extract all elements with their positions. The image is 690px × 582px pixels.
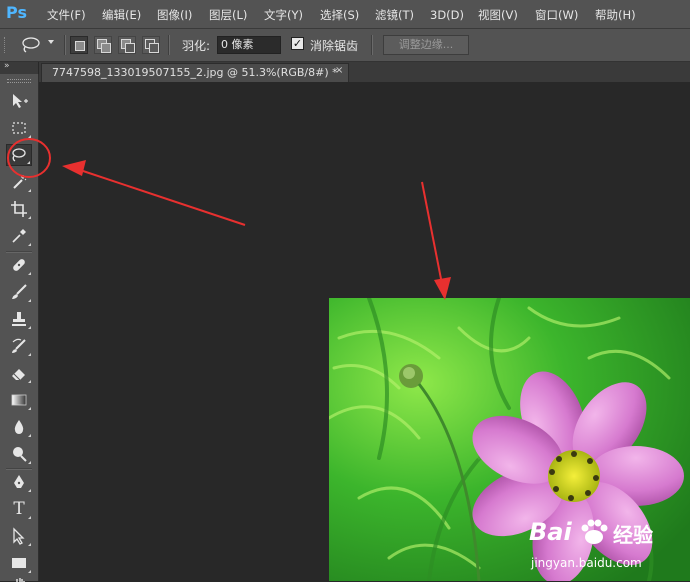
antialias-checkbox[interactable]: ✓ bbox=[291, 37, 304, 50]
tool-hand[interactable] bbox=[6, 576, 32, 582]
add-to-selection-button[interactable] bbox=[94, 36, 112, 54]
type-icon: T bbox=[13, 499, 25, 519]
eraser-icon bbox=[12, 369, 25, 381]
menu-select[interactable]: 选择(S) bbox=[320, 7, 359, 23]
tool-preset-picker[interactable] bbox=[14, 35, 58, 55]
watermark-jingyan: 经验 bbox=[613, 523, 653, 547]
healing-brush-icon bbox=[13, 259, 25, 271]
tool-eyedropper[interactable] bbox=[6, 225, 32, 247]
separator bbox=[371, 35, 373, 55]
paw-icon bbox=[581, 519, 608, 544]
menu-edit[interactable]: 编辑(E) bbox=[102, 7, 141, 23]
toolbox-grip[interactable] bbox=[7, 79, 31, 83]
path-selection-icon bbox=[13, 527, 25, 545]
feather-input[interactable]: 0 像素 bbox=[217, 36, 281, 54]
subtract-from-selection-button[interactable] bbox=[118, 36, 136, 54]
move-icon bbox=[13, 94, 28, 108]
tool-lasso[interactable] bbox=[6, 144, 32, 166]
chevron-down-icon bbox=[48, 40, 54, 44]
intersect-selection-button[interactable] bbox=[142, 36, 160, 54]
clone-stamp-icon bbox=[12, 312, 26, 326]
tool-type[interactable]: T bbox=[6, 498, 32, 520]
feather-label: 羽化: bbox=[182, 39, 211, 53]
menu-view[interactable]: 视图(V) bbox=[478, 7, 518, 23]
tools-panel: T bbox=[0, 74, 39, 582]
menu-layer[interactable]: 图层(L) bbox=[209, 7, 247, 23]
separator bbox=[168, 35, 170, 55]
document-tab[interactable]: 7747598_133019507155_2.jpg @ 51.3%(RGB/8… bbox=[41, 63, 349, 82]
tool-move[interactable] bbox=[6, 90, 32, 112]
tool-healing[interactable] bbox=[6, 254, 32, 276]
dodge-icon bbox=[13, 447, 27, 462]
tool-crop[interactable] bbox=[6, 198, 32, 220]
photoshop-logo: Ps bbox=[6, 3, 27, 22]
watermark-url: jingyan.baidu.com bbox=[531, 556, 642, 570]
tool-shape[interactable] bbox=[6, 552, 32, 574]
rectangle-shape-icon bbox=[12, 558, 26, 568]
close-icon[interactable]: × bbox=[335, 65, 343, 76]
lasso-icon bbox=[22, 37, 40, 53]
rectangular-marquee-icon bbox=[12, 122, 26, 134]
brush-icon bbox=[12, 284, 27, 299]
tool-blur[interactable] bbox=[6, 416, 32, 438]
tool-divider bbox=[6, 468, 32, 470]
options-grip bbox=[4, 37, 8, 53]
tool-history-brush[interactable] bbox=[6, 335, 32, 357]
tool-pen[interactable] bbox=[6, 471, 32, 493]
tool-magic-wand[interactable] bbox=[6, 171, 32, 193]
crop-icon bbox=[11, 201, 27, 217]
separator bbox=[64, 35, 66, 55]
menu-bar: Ps 文件(F) 编辑(E) 图像(I) 图层(L) 文字(Y) 选择(S) 滤… bbox=[0, 0, 690, 29]
tool-clone-stamp[interactable] bbox=[6, 308, 32, 330]
hand-icon bbox=[13, 578, 25, 582]
tool-dodge[interactable] bbox=[6, 443, 32, 465]
menu-file[interactable]: 文件(F) bbox=[47, 7, 86, 23]
magic-wand-icon bbox=[13, 175, 27, 189]
tool-divider bbox=[6, 251, 32, 253]
antialias-label: 消除锯齿 bbox=[310, 39, 359, 53]
collapse-icon[interactable]: » bbox=[4, 61, 9, 71]
baidu-watermark: Bai 经验 jingyan.baidu.com bbox=[529, 516, 689, 578]
menu-image[interactable]: 图像(I) bbox=[157, 7, 192, 23]
tool-gradient[interactable] bbox=[6, 389, 32, 411]
document-image[interactable]: Bai 经验 jingyan.baidu.com bbox=[329, 298, 690, 581]
pen-icon bbox=[14, 475, 24, 488]
blur-icon bbox=[14, 420, 24, 434]
tool-marquee[interactable] bbox=[6, 117, 32, 139]
menu-window[interactable]: 窗口(W) bbox=[535, 7, 578, 23]
lasso-icon bbox=[12, 148, 26, 162]
options-bar: 羽化: 0 像素 ✓ 消除锯齿 调整边缘... bbox=[0, 29, 690, 62]
gradient-icon bbox=[11, 394, 27, 406]
new-selection-button[interactable] bbox=[70, 36, 88, 54]
tool-path-selection[interactable] bbox=[6, 525, 32, 547]
watermark-brand: Bai bbox=[529, 518, 572, 546]
menu-help[interactable]: 帮助(H) bbox=[595, 7, 636, 23]
menu-filter[interactable]: 滤镜(T) bbox=[375, 7, 414, 23]
tool-brush[interactable] bbox=[6, 281, 32, 303]
refine-edge-button[interactable]: 调整边缘... bbox=[383, 35, 469, 55]
history-brush-icon bbox=[12, 338, 26, 353]
menu-type[interactable]: 文字(Y) bbox=[264, 7, 303, 23]
tool-eraser[interactable] bbox=[6, 362, 32, 384]
toolbox-header[interactable]: » bbox=[0, 61, 38, 74]
eyedropper-icon bbox=[12, 229, 26, 243]
menu-3d[interactable]: 3D(D) bbox=[430, 7, 464, 23]
